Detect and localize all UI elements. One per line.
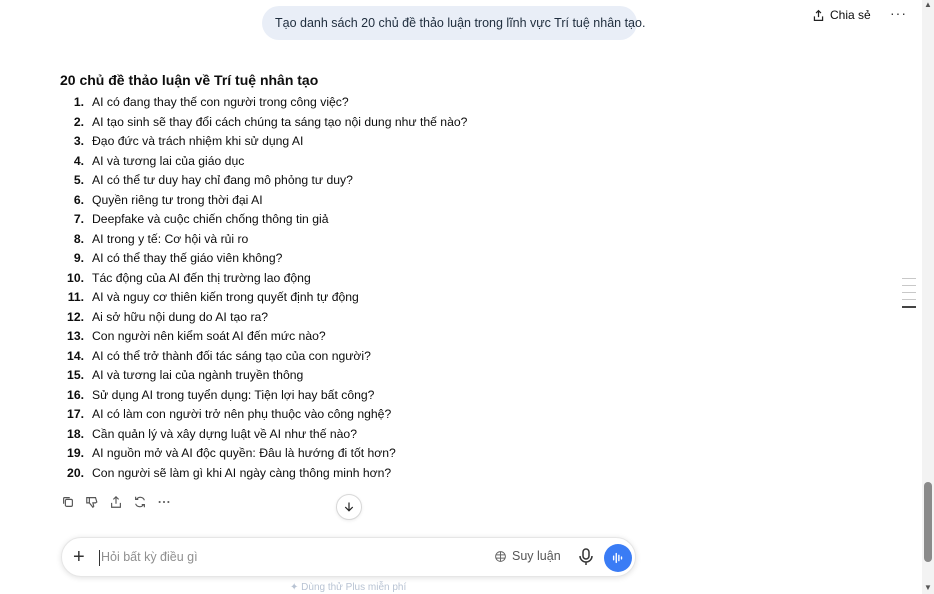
topic-text: Tác động của AI đến thị trường lao động xyxy=(92,270,311,285)
topic-item: 8. AI trong y tế: Cơ hội và rủi ro xyxy=(60,230,620,250)
topic-text: Con người sẽ làm gì khi AI ngày càng thô… xyxy=(92,465,392,480)
share-button[interactable]: Chia sẻ xyxy=(812,6,871,24)
topic-item: 2. AI tạo sinh sẽ thay đổi cách chúng ta … xyxy=(60,113,620,133)
topic-item: 11. AI và nguy cơ thiên kiến trong quyết … xyxy=(60,288,620,308)
topic-text: Sử dụng AI trong tuyển dụng: Tiện lợi ha… xyxy=(92,387,375,402)
topic-text: Quyền riêng tư trong thời đại AI xyxy=(92,192,263,207)
answer-title: 20 chủ đề thảo luận về Trí tuệ nhân tạo xyxy=(60,72,319,88)
topic-text: AI có thể thay thế giáo viên không? xyxy=(92,251,283,265)
more-options-button[interactable]: ··· xyxy=(890,5,907,21)
topic-number: 20. xyxy=(67,465,84,480)
topic-text: AI có thể trở thành đối tác sáng tạo của… xyxy=(92,348,371,363)
topic-item: 10. Tác động của AI đến thị trường lao độ… xyxy=(60,269,620,289)
topic-number: 4. xyxy=(73,153,84,168)
add-attachment-button[interactable]: + xyxy=(73,546,85,568)
topic-list: 1. AI có đang thay thế con người trong cô… xyxy=(60,93,620,483)
topic-number: 7. xyxy=(73,212,84,226)
message-actions xyxy=(60,494,171,509)
topic-number: 3. xyxy=(73,134,84,148)
topic-number: 2. xyxy=(73,114,84,129)
minimap-line xyxy=(902,278,916,279)
user-message: Tạo danh sách 20 chủ đề thảo luận trong … xyxy=(262,6,645,40)
topic-number: 19. xyxy=(67,446,84,460)
minimap-line-active xyxy=(902,306,916,308)
topic-text: AI có đang thay thế con người trong công… xyxy=(92,95,349,109)
topic-text: AI và tương lai của giáo dục xyxy=(92,153,245,168)
topic-item: 1. AI có đang thay thế con người trong cô… xyxy=(60,93,620,113)
topic-number: 16. xyxy=(67,387,84,402)
arrow-down-icon xyxy=(344,502,354,512)
topic-number: 6. xyxy=(73,192,84,207)
minimap-line xyxy=(902,285,916,286)
topic-item: 18. Cần quản lý và xây dựng luật về AI nh… xyxy=(60,425,620,445)
share-label: Chia sẻ xyxy=(830,8,871,22)
topic-number: 18. xyxy=(67,426,84,441)
topic-item: 17. AI có làm con người trở nên phụ thuộc… xyxy=(60,405,620,425)
page-scrollbar[interactable]: ▲ ▼ xyxy=(922,0,934,594)
topic-number: 10. xyxy=(67,270,84,285)
scroll-down-icon[interactable]: ▼ xyxy=(924,583,932,592)
thumbs-down-icon[interactable] xyxy=(84,494,99,509)
message-composer: + Hỏi bất kỳ điều gì Suy luận xyxy=(61,537,636,577)
reason-label: Suy luận xyxy=(512,549,561,563)
waveform-icon xyxy=(612,552,623,564)
topic-number: 11. xyxy=(67,290,84,304)
topic-text: AI và nguy cơ thiên kiến trong quyết địn… xyxy=(92,290,359,304)
assistant-answer: 20 chủ đề thảo luận về Trí tuệ nhân tạo … xyxy=(60,70,620,483)
topic-text: Đạo đức và trách nhiệm khi sử dụng AI xyxy=(92,134,304,148)
scroll-up-icon[interactable]: ▲ xyxy=(924,0,932,9)
topic-number: 15. xyxy=(67,368,84,382)
topic-text: Deepfake và cuộc chiến chống thông tin g… xyxy=(92,212,329,226)
more-icon[interactable] xyxy=(156,494,171,509)
topic-text: AI tạo sinh sẽ thay đổi cách chúng ta sá… xyxy=(92,114,468,129)
share-icon xyxy=(813,9,824,21)
topic-number: 12. xyxy=(67,309,84,324)
topic-item: 14. AI có thể trở thành đối tác sáng tạo … xyxy=(60,347,620,367)
plus-trial-hint[interactable]: ✦ Dùng thử Plus miễn phí xyxy=(290,582,406,593)
minimap-line xyxy=(902,292,916,293)
topic-text: AI nguồn mở và AI độc quyền: Đâu là hướn… xyxy=(92,446,396,460)
topic-number: 13. xyxy=(67,329,84,343)
scroll-thumb[interactable] xyxy=(924,482,932,562)
text-caret xyxy=(99,550,100,566)
topic-item: 20. Con người sẽ làm gì khi AI ngày càng … xyxy=(60,464,620,484)
topic-number: 14. xyxy=(67,348,84,363)
topic-item: 16. Sử dụng AI trong tuyển dụng: Tiện lợi… xyxy=(60,386,620,406)
topic-item: 13. Con người nên kiểm soát AI đến mức nà… xyxy=(60,327,620,347)
scroll-to-bottom-button[interactable] xyxy=(336,494,362,520)
message-input[interactable]: Hỏi bất kỳ điều gì xyxy=(101,550,198,564)
topic-item: 4. AI và tương lai của giáo dục xyxy=(60,152,620,172)
topic-item: 5. AI có thể tư duy hay chỉ đang mô phỏng… xyxy=(60,171,620,191)
topic-text: AI và tương lai của ngành truyền thông xyxy=(92,368,304,382)
topic-item: 7. Deepfake và cuộc chiến chống thông tin… xyxy=(60,210,620,230)
topic-number: 17. xyxy=(67,407,84,421)
conversation-minimap[interactable] xyxy=(902,278,916,314)
topic-number: 5. xyxy=(73,173,84,187)
minimap-line xyxy=(902,299,916,300)
reason-button[interactable]: Suy luận xyxy=(494,549,561,563)
topic-item: 19. AI nguồn mở và AI độc quyền: Đâu là h… xyxy=(60,444,620,464)
topic-text: AI trong y tế: Cơ hội và rủi ro xyxy=(92,231,249,246)
topic-item: 12. Ai sở hữu nội dung do AI tạo ra? xyxy=(60,308,620,328)
topic-item: 15. AI và tương lai của ngành truyền thôn… xyxy=(60,366,620,386)
topic-item: 6. Quyền riêng tư trong thời đại AI xyxy=(60,191,620,211)
topic-number: 9. xyxy=(73,251,84,265)
topic-text: Ai sở hữu nội dung do AI tạo ra? xyxy=(92,309,269,324)
topic-number: 1. xyxy=(73,95,84,109)
topic-number: 8. xyxy=(73,231,84,246)
regenerate-icon[interactable] xyxy=(132,494,147,509)
topic-text: AI có thể tư duy hay chỉ đang mô phỏng t… xyxy=(92,173,353,187)
globe-icon xyxy=(495,550,506,562)
topic-text: Con người nên kiểm soát AI đến mức nào? xyxy=(92,329,326,343)
copy-icon[interactable] xyxy=(60,494,75,509)
topic-text: Cần quản lý và xây dựng luật về AI như t… xyxy=(92,426,357,441)
voice-mode-button[interactable] xyxy=(604,544,632,572)
topic-text: AI có làm con người trở nên phụ thuộc và… xyxy=(92,407,392,421)
topic-item: 9. AI có thể thay thế giáo viên không? xyxy=(60,249,620,269)
topic-item: 3. Đạo đức và trách nhiệm khi sử dụng AI xyxy=(60,132,620,152)
microphone-icon[interactable] xyxy=(578,548,594,566)
share-icon[interactable] xyxy=(108,494,123,509)
